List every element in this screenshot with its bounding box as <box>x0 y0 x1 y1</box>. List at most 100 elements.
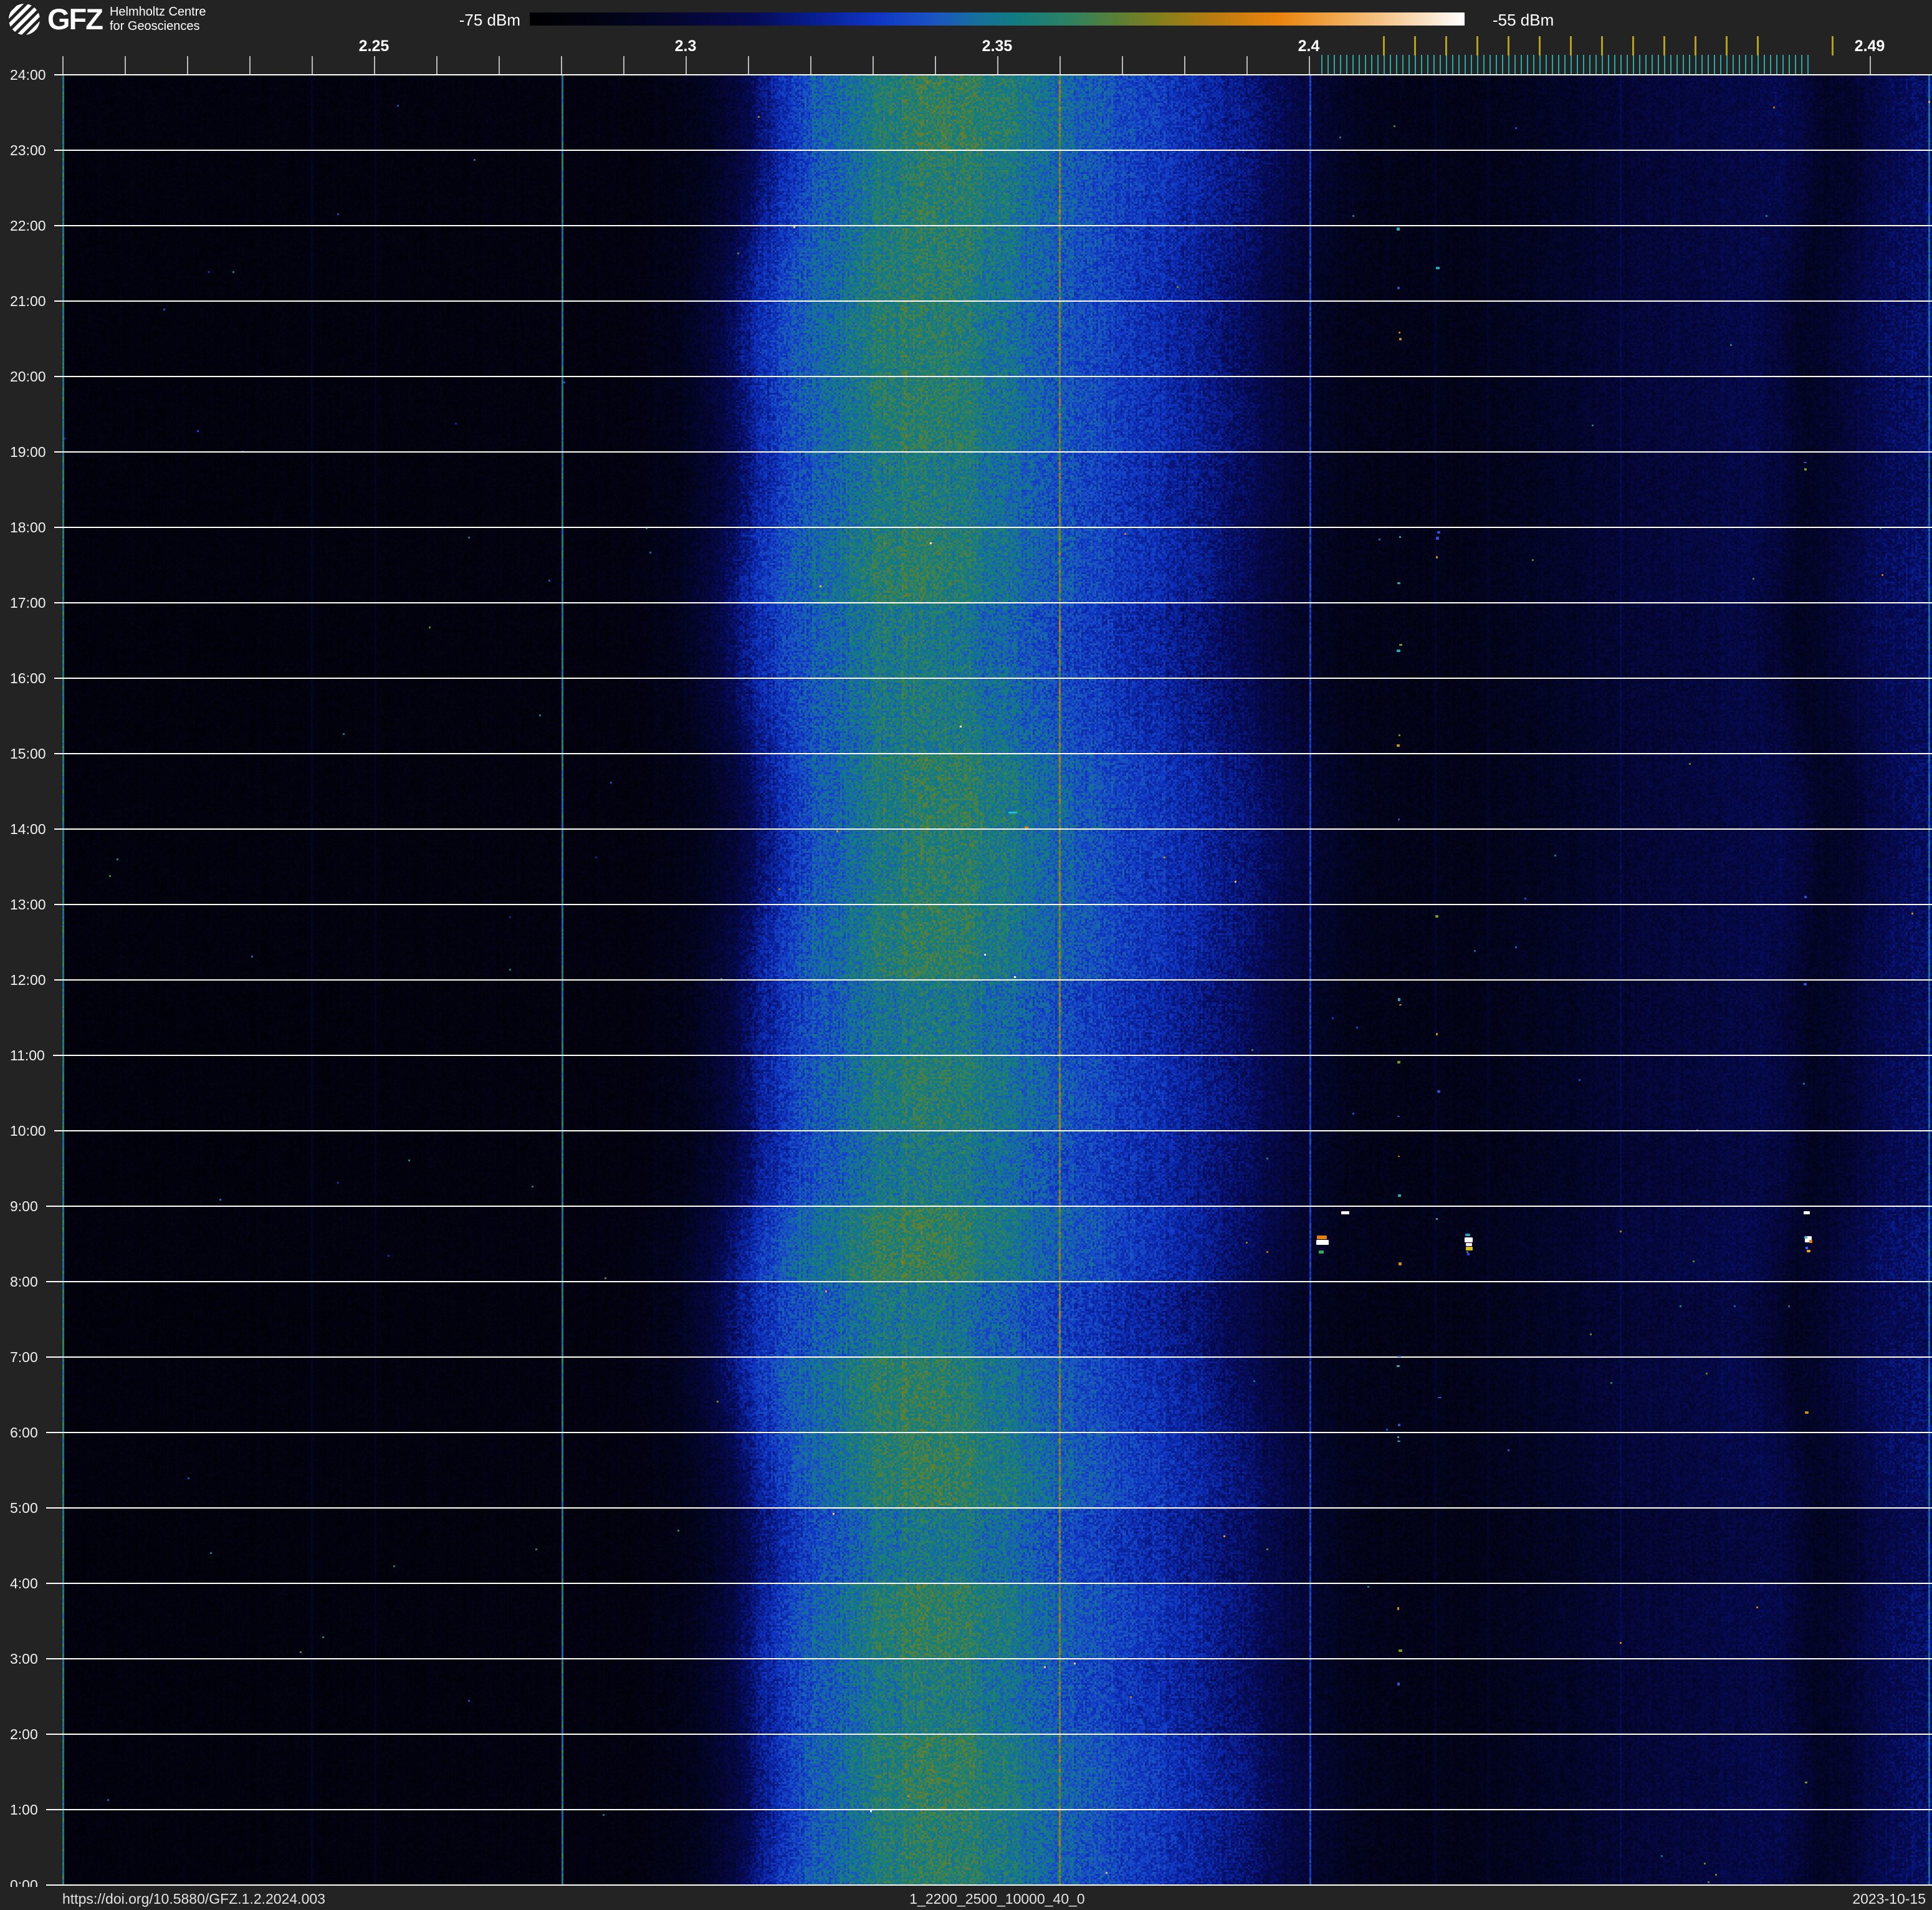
bluetooth-channel-tick <box>1496 55 1497 75</box>
bluetooth-advert-dot <box>1397 744 1400 747</box>
bluetooth-channel-tick <box>1751 55 1753 75</box>
wifi-channel-tick <box>1476 36 1478 55</box>
bluetooth-channel-tick <box>1327 55 1329 75</box>
time-label: 12:00 <box>10 971 46 988</box>
bluetooth-channel-tick <box>1384 55 1385 75</box>
bluetooth-channel-tick <box>1533 55 1534 75</box>
bluetooth-channel-tick <box>1433 55 1435 75</box>
bluetooth-channel-tick <box>1390 55 1391 75</box>
bluetooth-channel-tick <box>1770 55 1771 75</box>
bluetooth-channel-tick <box>1552 55 1553 75</box>
gfz-org-line1: Helmholtz Centre <box>109 5 206 19</box>
time-label: 21:00 <box>10 292 46 309</box>
bluetooth-advert-dot <box>1398 734 1400 737</box>
bluetooth-channel-tick <box>1689 55 1690 75</box>
bluetooth-advert-dot <box>1397 1365 1400 1367</box>
rf-burst <box>1316 1240 1329 1245</box>
bluetooth-channel-tick <box>1745 55 1746 75</box>
freq-tick-10mhz <box>1184 56 1185 75</box>
bluetooth-advert-dot <box>1399 1262 1402 1266</box>
bluetooth-channel-tick <box>1595 55 1597 75</box>
bluetooth-channel-tick <box>1558 55 1559 75</box>
freq-axis-label: 2.25 <box>358 37 390 55</box>
bluetooth-advert-dot <box>1435 266 1440 270</box>
freq-tick-10mhz <box>623 56 624 75</box>
bluetooth-advert-dot <box>1805 1411 1809 1414</box>
bluetooth-channel-tick <box>1352 55 1354 75</box>
wifi-channel-tick <box>1445 36 1447 55</box>
wifi-channel-tick <box>1757 36 1759 55</box>
bluetooth-channel-tick <box>1676 55 1678 75</box>
rf-burst <box>1465 1233 1470 1237</box>
freq-tick-10mhz <box>125 56 126 75</box>
rf-burst <box>1465 1237 1473 1243</box>
rf-burst <box>1804 1211 1810 1215</box>
bluetooth-channel-tick <box>1726 55 1728 75</box>
rf-burst <box>1466 1243 1472 1247</box>
bluetooth-channel-tick <box>1571 55 1572 75</box>
bluetooth-channel-tick <box>1764 55 1765 75</box>
spectrogram-canvas <box>62 75 1932 1885</box>
bluetooth-channel-tick <box>1701 55 1703 75</box>
freq-tick-10mhz <box>499 56 500 75</box>
date-text: 2023-10-15 <box>1852 1891 1926 1907</box>
bluetooth-channel-tick <box>1807 55 1809 75</box>
bluetooth-advert-dot <box>1397 582 1401 584</box>
bluetooth-channel-tick <box>1483 55 1485 75</box>
bluetooth-channel-tick <box>1645 55 1647 75</box>
time-label: 8:00 <box>10 1273 38 1290</box>
bluetooth-channel-tick <box>1402 55 1404 75</box>
bluetooth-channel-tick <box>1377 55 1379 75</box>
bluetooth-channel-tick <box>1440 55 1441 75</box>
bluetooth-advert-dot <box>1437 1090 1440 1093</box>
bluetooth-channel-tick <box>1776 55 1777 75</box>
freq-axis-label: 2.49 <box>1854 37 1885 55</box>
gfz-brand-text: GFZ <box>47 2 103 36</box>
bluetooth-advert-dot <box>1397 1682 1400 1686</box>
bluetooth-advert-dot <box>1399 644 1403 646</box>
bluetooth-channel-tick <box>1782 55 1784 75</box>
spectrogram-plot-area <box>62 75 1932 1885</box>
time-label: 11:00 <box>10 1047 45 1063</box>
rf-burst <box>1008 812 1017 814</box>
freq-axis-label: 2.4 <box>1298 37 1320 55</box>
freq-tick-10mhz <box>561 56 562 75</box>
bluetooth-channel-tick <box>1465 55 1466 75</box>
bluetooth-channel-tick <box>1608 55 1609 75</box>
bluetooth-channel-tick <box>1602 55 1603 75</box>
bluetooth-channel-tick <box>1408 55 1410 75</box>
bluetooth-advert-dot <box>1436 537 1440 540</box>
colorbar-min-label: -75 dBm <box>459 11 520 29</box>
doi-link-text: https://doi.org/10.5880/GFZ.1.2.2024.003 <box>62 1891 325 1907</box>
bluetooth-channel-tick <box>1577 55 1578 75</box>
bluetooth-channel-tick <box>1365 55 1366 75</box>
bluetooth-channel-tick <box>1514 55 1516 75</box>
time-label: 6:00 <box>10 1424 38 1441</box>
bluetooth-channel-tick <box>1720 55 1721 75</box>
colorbar-gradient <box>530 12 1465 26</box>
freq-tick-10mhz <box>249 56 251 75</box>
time-label: 20:00 <box>10 368 46 385</box>
time-label: 19:00 <box>10 443 46 460</box>
bluetooth-channel-tick <box>1477 55 1478 75</box>
freq-tick-10mhz <box>997 56 998 75</box>
rf-burst <box>1317 1236 1327 1240</box>
bluetooth-advert-dot <box>1398 1649 1402 1653</box>
time-label: 9:00 <box>10 1197 38 1214</box>
time-label: 14:00 <box>10 820 46 837</box>
time-label: 17:00 <box>10 594 46 611</box>
bluetooth-advert-dot <box>1397 818 1400 821</box>
rf-burst <box>1319 1250 1324 1254</box>
time-label: 10:00 <box>10 1122 46 1139</box>
wifi-channel-tick <box>1383 36 1385 55</box>
bluetooth-channel-tick <box>1396 55 1397 75</box>
wifi-channel-tick <box>1508 36 1509 55</box>
bluetooth-advert-dot <box>1397 1356 1402 1358</box>
rf-burst <box>1341 1211 1349 1215</box>
wifi-channel-tick <box>1632 36 1634 55</box>
bluetooth-channel-tick <box>1546 55 1547 75</box>
gfz-org-text: Helmholtz Centre for Geosciences <box>110 5 206 34</box>
bluetooth-advert-dot <box>1397 649 1400 652</box>
bluetooth-advert-dot <box>1397 1607 1400 1610</box>
bluetooth-advert-dot <box>1399 535 1402 538</box>
